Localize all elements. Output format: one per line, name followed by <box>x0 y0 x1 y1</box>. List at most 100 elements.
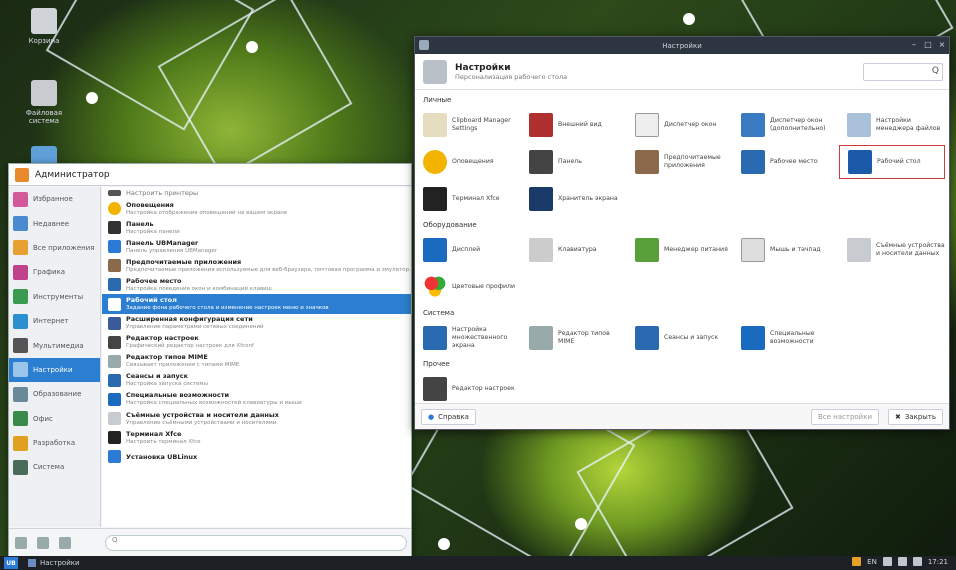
user-switch-icon[interactable] <box>37 536 49 549</box>
notification-icon[interactable] <box>852 557 862 566</box>
app-item[interactable]: Оповещения Настройка отображения оповещен… <box>102 199 411 218</box>
clock[interactable]: 17:21 <box>928 558 948 566</box>
settings-item-label: Рабочий стол <box>877 157 921 165</box>
category-label: Избранное <box>33 195 73 204</box>
close-button[interactable]: ✖ Закрыть <box>887 408 943 425</box>
settings-item[interactable]: Цветовые профили <box>415 270 521 304</box>
settings-search-input[interactable]: Q <box>863 63 943 81</box>
settings-item-label: Настройка множественного экрана <box>452 325 508 349</box>
start-button[interactable]: UB <box>4 557 18 569</box>
menu-category[interactable]: Мультимедиа <box>9 333 100 357</box>
wallpaper-dot <box>86 92 98 104</box>
app-item[interactable]: Предпочитаемые приложения Предпочитаемые … <box>102 256 411 275</box>
app-item[interactable]: Настроить принтеры <box>102 187 411 199</box>
appearance-icon <box>529 112 553 137</box>
category-label: Мультимедиа <box>33 341 84 350</box>
app-item[interactable]: Терминал Xfce Настроить терминал Xfce <box>102 428 411 447</box>
app-name: Сеансы и запуск <box>126 372 189 381</box>
menu-category-selected[interactable]: Настройки <box>9 357 100 383</box>
settings-item[interactable]: Оповещения <box>415 145 521 179</box>
menu-header: Администратор <box>9 164 411 186</box>
app-desc: Настройка поведения окон и комбинаций кл… <box>126 285 272 292</box>
category-label: Интернет <box>33 317 69 326</box>
power-icon[interactable] <box>59 536 71 549</box>
menu-category[interactable]: Офис <box>9 407 100 431</box>
volume-icon[interactable] <box>912 557 922 566</box>
installer-icon <box>108 450 121 464</box>
network-icon[interactable] <box>897 557 907 566</box>
taskbar-task[interactable]: Настройки <box>28 559 80 567</box>
app-desc: Управление съёмными устройствами и носит… <box>126 419 277 426</box>
menu-category[interactable]: Система <box>9 455 100 479</box>
settings-item-highlighted[interactable]: Рабочий стол <box>839 144 945 179</box>
settings-item[interactable]: Менеджер питания <box>627 233 733 267</box>
mouse-icon <box>741 237 765 262</box>
menu-category[interactable]: Избранное <box>9 187 100 211</box>
window-titlebar[interactable]: Настройки – □ × <box>415 37 949 54</box>
menu-category[interactable]: Разработка <box>9 431 100 455</box>
settings-item[interactable]: Съёмные устройства и носители данных <box>839 233 945 267</box>
settings-item[interactable]: Предпочитаемые приложения <box>627 145 733 179</box>
terminal-icon <box>423 186 447 211</box>
app-item[interactable]: Панель UBManager Панель управления UBMana… <box>102 237 411 256</box>
help-button-label: Справка <box>438 412 469 421</box>
settings-item[interactable]: Хранитель экрана <box>521 182 627 216</box>
settings-item[interactable]: Внешний вид <box>521 108 627 142</box>
menu-search-input[interactable]: Q <box>105 535 407 551</box>
app-name: Панель UBManager <box>126 238 199 247</box>
settings-item[interactable]: Терминал Xfce <box>415 182 521 216</box>
settings-item[interactable]: Дисплей <box>415 233 521 267</box>
menu-category[interactable]: Все приложения <box>9 236 100 260</box>
accessibility-icon <box>108 392 121 406</box>
app-item-selected[interactable]: Рабочий стол Задание фона рабочего стола … <box>102 294 411 314</box>
start-menu: Администратор Избранное Недавнее Все при… <box>8 163 412 556</box>
maximize-icon[interactable]: □ <box>923 40 933 50</box>
task-label: Настройки <box>40 559 80 567</box>
mime-icon <box>529 325 553 350</box>
help-button[interactable]: ● Справка <box>421 408 476 425</box>
keyboard-layout[interactable]: EN <box>867 558 877 566</box>
app-item[interactable]: Сеансы и запуск Настройка запуска системы <box>102 371 411 390</box>
app-item[interactable]: Редактор типов MIME Связывает приложения … <box>102 352 411 371</box>
app-item[interactable]: Расширенная конфигурация сети Управление … <box>102 314 411 333</box>
settings-item[interactable]: Диспетчер окон (дополнительно) <box>733 108 839 142</box>
all-settings-button[interactable]: Все настройки <box>810 408 879 425</box>
settings-item[interactable]: Специальные возможности <box>733 321 839 355</box>
minimize-icon[interactable]: – <box>909 40 919 50</box>
app-item[interactable]: Специальные возможности Настройка специал… <box>102 390 411 409</box>
app-item[interactable]: Съёмные устройства и носители данных Упра… <box>102 409 411 428</box>
settings-item[interactable]: Настройки менеджера файлов <box>839 108 945 142</box>
desktop-icon-trash[interactable]: Корзина <box>14 8 74 45</box>
app-item[interactable]: Редактор настроек Графический редактор на… <box>102 333 411 352</box>
tools-icon <box>13 289 28 305</box>
menu-category[interactable]: Инструменты <box>9 285 100 309</box>
desktop-icon-filesystem[interactable]: Файловая система <box>14 80 74 125</box>
app-item[interactable]: Рабочее место Настройка поведения окон и … <box>102 275 411 294</box>
app-desc: Графический редактор настроек для Xfconf <box>126 343 254 350</box>
app-item[interactable]: Установка UBLinux <box>102 447 411 466</box>
system-tray: EN 17:21 <box>852 557 948 566</box>
menu-category[interactable]: Образование <box>9 382 100 406</box>
settings-item[interactable]: Редактор настроек <box>415 372 521 405</box>
settings-item[interactable]: Настройка множественного экрана <box>415 321 521 355</box>
desktop-icon-label: Файловая система <box>25 109 63 125</box>
settings-item[interactable]: Мышь и тачпад <box>733 233 839 267</box>
close-icon[interactable]: × <box>937 40 947 50</box>
app-item[interactable]: Панель Настройка панели <box>102 218 411 237</box>
menu-category[interactable]: Интернет <box>9 309 100 333</box>
settings-item[interactable]: Клавиатура <box>521 233 627 267</box>
settings-item[interactable]: Панель <box>521 145 627 179</box>
preferred-apps-icon <box>108 259 121 273</box>
menu-category[interactable]: Недавнее <box>9 211 100 235</box>
settings-item[interactable]: Сеансы и запуск <box>627 321 733 355</box>
settings-item[interactable]: Clipboard Manager Settings <box>415 108 521 142</box>
settings-item[interactable]: Рабочее место <box>733 145 839 179</box>
menu-app-list: Настроить принтеры Оповещения Настройка о… <box>102 187 411 527</box>
menu-category[interactable]: Графика <box>9 260 100 284</box>
settings-item[interactable]: Диспетчер окон <box>627 108 733 142</box>
lock-icon[interactable] <box>15 536 27 549</box>
session-icon <box>635 325 659 350</box>
settings-item[interactable]: Редактор типов MIME <box>521 321 627 355</box>
clipboard-icon[interactable] <box>882 557 892 566</box>
close-button-label: Закрыть <box>904 412 936 421</box>
